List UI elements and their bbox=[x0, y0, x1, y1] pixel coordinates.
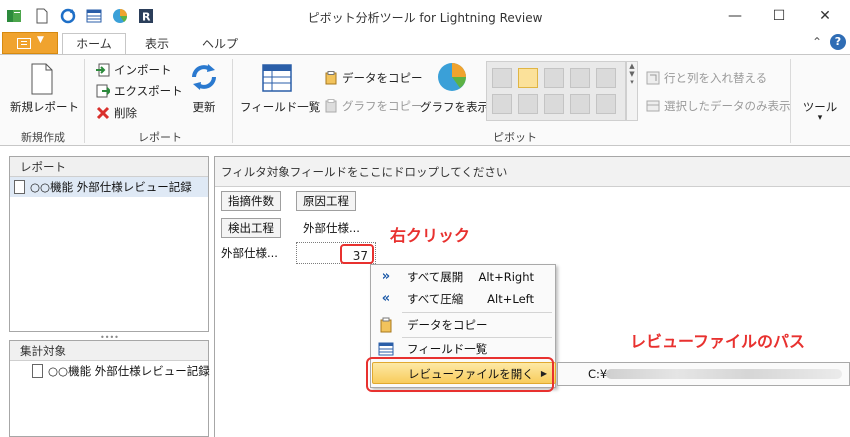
copy-graph-label: グラフをコピー bbox=[342, 99, 423, 113]
menu-item-collapse-all[interactable]: « すべて圧縮 Alt+Left bbox=[372, 288, 556, 310]
close-button[interactable]: ✕ bbox=[810, 4, 840, 28]
field-list-icon bbox=[262, 64, 292, 92]
ribbon: 新規レポート 新規作成 インポート エクスポート 削除 更新 レポート フィール… bbox=[0, 54, 850, 146]
swap-rows-cols-button[interactable]: 行と列を入れ替える bbox=[646, 69, 767, 87]
ribbon-tab-bar: ▼ ホーム 表示 ヘルプ ⌃ ? bbox=[0, 32, 850, 55]
delete-button[interactable]: 削除 bbox=[96, 104, 137, 122]
annotation-highlight-box bbox=[366, 357, 554, 392]
swap-icon bbox=[646, 71, 660, 85]
menu-item-shortcut: Alt+Left bbox=[487, 292, 534, 306]
filter-table-icon bbox=[646, 100, 660, 112]
collapse-all-icon: « bbox=[381, 291, 391, 306]
delete-icon bbox=[96, 106, 110, 120]
chart-type-donut[interactable] bbox=[596, 68, 616, 88]
collapse-ribbon-icon[interactable]: ⌃ bbox=[812, 35, 822, 49]
show-selected-only-button[interactable]: 選択したデータのみ表示 bbox=[646, 97, 791, 115]
pivot-cell-value[interactable]: 37 bbox=[340, 244, 374, 264]
chart-type-radar[interactable] bbox=[518, 94, 538, 114]
redacted-path bbox=[606, 369, 842, 379]
new-report-icon bbox=[31, 63, 53, 95]
tab-help[interactable]: ヘルプ bbox=[196, 34, 244, 54]
tab-view[interactable]: 表示 bbox=[136, 34, 178, 54]
expand-all-icon: » bbox=[381, 269, 391, 284]
chart-type-pie[interactable] bbox=[570, 68, 590, 88]
column-field-cause-phase[interactable]: 原因工程 bbox=[296, 191, 356, 211]
refresh-button[interactable]: 更新 bbox=[186, 99, 222, 115]
chevron-down-icon[interactable]: ▾ bbox=[800, 113, 840, 123]
group-divider bbox=[84, 59, 85, 143]
file-menu-button[interactable]: ▼ bbox=[2, 32, 58, 54]
copy-data-button[interactable]: データをコピー bbox=[324, 69, 423, 87]
import-label: インポート bbox=[114, 63, 172, 77]
chart-type-line[interactable] bbox=[570, 94, 590, 114]
target-panel-header: 集計対象 bbox=[10, 341, 208, 361]
swap-rows-cols-label: 行と列を入れ替える bbox=[664, 71, 768, 85]
chart-type-bar[interactable] bbox=[492, 68, 512, 88]
chart-type-scatter[interactable] bbox=[492, 94, 512, 114]
chart-type-gallery[interactable] bbox=[486, 61, 626, 121]
menu-item-expand-all[interactable]: » すべて展開 Alt+Right bbox=[372, 266, 556, 288]
import-icon bbox=[96, 63, 110, 77]
menu-item-shortcut: Alt+Right bbox=[478, 270, 535, 284]
copy-data-icon bbox=[380, 317, 392, 333]
export-icon bbox=[96, 84, 110, 98]
show-graph-icon bbox=[438, 63, 466, 91]
minimize-button[interactable]: — bbox=[720, 4, 750, 28]
document-icon bbox=[32, 364, 43, 378]
chart-type-column[interactable] bbox=[518, 68, 538, 88]
help-icon[interactable]: ? bbox=[830, 34, 846, 50]
review-file-submenu: C:¥ bbox=[557, 362, 850, 386]
report-panel-header: レポート bbox=[10, 157, 208, 177]
tab-home[interactable]: ホーム bbox=[62, 33, 126, 55]
delete-label: 削除 bbox=[114, 106, 137, 120]
row-header-cell[interactable]: 外部仕様... bbox=[221, 243, 278, 263]
chevron-down-icon: ▼ bbox=[37, 35, 44, 45]
group-label-new: 新規作成 bbox=[21, 131, 65, 144]
target-item-label: ○○機能 外部仕様レビュー記録 bbox=[48, 364, 210, 378]
group-divider bbox=[232, 59, 233, 143]
group-label-pivot: ピボット bbox=[493, 131, 537, 144]
gallery-scrollbar[interactable]: ▲ ▼ ▾ bbox=[626, 61, 638, 121]
field-list-button[interactable]: フィールド一覧 bbox=[240, 99, 320, 115]
group-label-report: レポート bbox=[138, 131, 182, 144]
file-menu-icon bbox=[17, 38, 31, 49]
export-label: エクスポート bbox=[114, 84, 183, 98]
column-field-count[interactable]: 指摘件数 bbox=[221, 191, 281, 211]
row-field-detection-phase[interactable]: 検出工程 bbox=[221, 218, 281, 238]
report-item-label: ○○機能 外部仕様レビュー記録 bbox=[30, 180, 192, 194]
menu-item-label: すべて展開 bbox=[407, 270, 464, 284]
chart-type-stacked-column[interactable] bbox=[544, 94, 564, 114]
export-button[interactable]: エクスポート bbox=[96, 82, 183, 100]
report-icon bbox=[14, 180, 25, 194]
import-button[interactable]: インポート bbox=[96, 61, 172, 79]
copy-data-label: データをコピー bbox=[342, 71, 423, 85]
menu-item-label: すべて圧縮 bbox=[407, 292, 464, 306]
show-graph-button[interactable]: グラフを表示 bbox=[420, 99, 489, 115]
new-report-button[interactable]: 新規レポート bbox=[10, 99, 79, 115]
group-divider bbox=[790, 59, 791, 143]
column-header-cell[interactable]: 外部仕様... bbox=[303, 218, 360, 238]
menu-item-label: データをコピー bbox=[407, 318, 488, 332]
chart-type-area[interactable] bbox=[596, 94, 616, 114]
title-bar: R ピボット分析ツール for Lightning Review — ☐ ✕ bbox=[0, 0, 850, 32]
refresh-icon bbox=[192, 64, 216, 90]
maximize-button[interactable]: ☐ bbox=[764, 4, 794, 28]
annotation-review-file-path: レビューファイルのパス bbox=[630, 332, 806, 351]
report-list-item[interactable]: ○○機能 外部仕様レビュー記録 bbox=[10, 177, 208, 197]
chart-type-stacked[interactable] bbox=[544, 68, 564, 88]
field-list-icon bbox=[378, 342, 394, 356]
show-selected-only-label: 選択したデータのみ表示 bbox=[664, 99, 791, 113]
target-panel: 集計対象 ○○機能 外部仕様レビュー記録 bbox=[9, 340, 210, 437]
annotation-right-click: 右クリック bbox=[390, 226, 471, 245]
report-panel: レポート ○○機能 外部仕様レビュー記録 bbox=[9, 156, 209, 332]
copy-data-icon bbox=[325, 71, 337, 85]
target-list-item[interactable]: ○○機能 外部仕様レビュー記録 bbox=[10, 361, 210, 381]
copy-graph-icon bbox=[325, 99, 337, 113]
filter-drop-zone[interactable]: フィルタ対象フィールドをここにドロップしてください bbox=[215, 157, 850, 187]
menu-separator bbox=[402, 312, 552, 313]
copy-graph-button[interactable]: グラフをコピー bbox=[324, 97, 423, 115]
submenu-file-path[interactable]: C:¥ bbox=[588, 367, 607, 381]
menu-item-copy-data[interactable]: データをコピー bbox=[372, 314, 556, 336]
